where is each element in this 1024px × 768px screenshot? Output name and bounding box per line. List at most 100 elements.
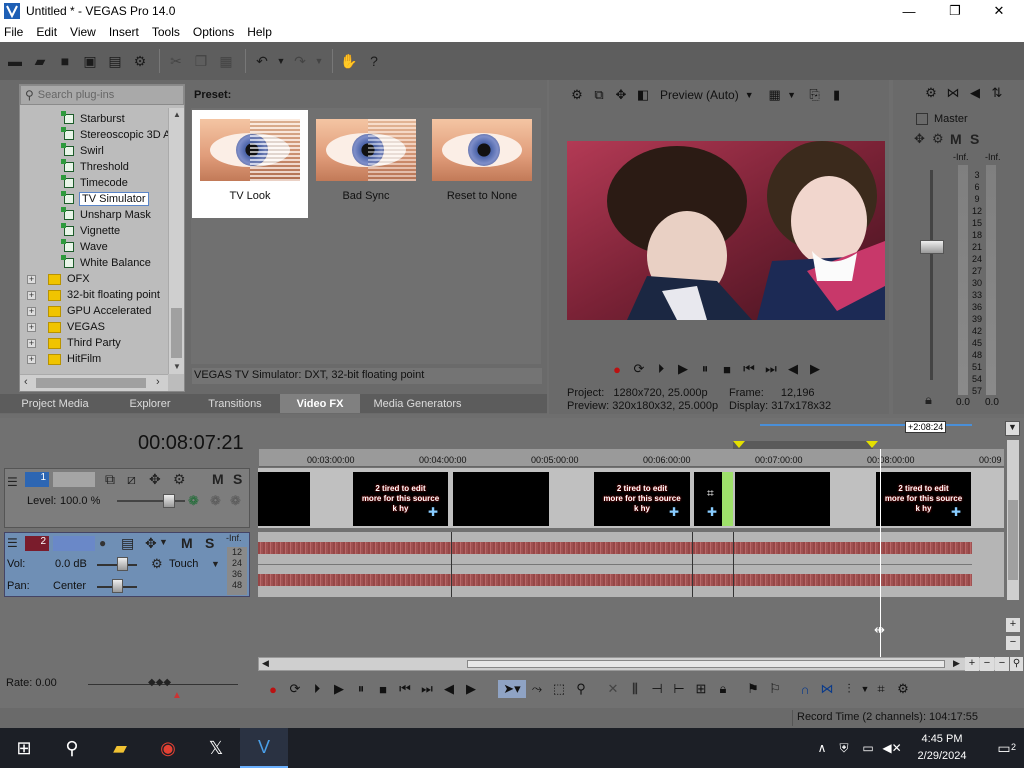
- invert-phase-icon[interactable]: ▤: [121, 535, 134, 552]
- copy-icon[interactable]: ❐: [190, 50, 212, 72]
- master-solo-button[interactable]: S: [970, 131, 988, 147]
- zoom-out-vertical-button[interactable]: −: [1006, 636, 1020, 650]
- chevron-down-icon[interactable]: ▼: [745, 90, 754, 100]
- play-from-start-icon[interactable]: ⏵: [650, 360, 672, 378]
- zoom-tool-icon[interactable]: ⚲: [1010, 657, 1023, 671]
- event-fx-icon[interactable]: ✚: [428, 505, 438, 519]
- track-motion-icon[interactable]: ⧄: [127, 471, 136, 488]
- vegas-taskbar-icon[interactable]: V: [240, 728, 288, 768]
- automation-gear-icon[interactable]: ⚙: [151, 556, 163, 572]
- maximize-button[interactable]: ❐: [932, 0, 978, 22]
- move-icon[interactable]: ✥: [145, 535, 157, 552]
- record-icon[interactable]: ●: [606, 360, 628, 378]
- tree-folder-vegas[interactable]: + VEGAS: [27, 319, 105, 335]
- split-screen-icon[interactable]: ✥: [610, 86, 632, 104]
- expand-icon[interactable]: +: [27, 306, 36, 316]
- new-file-icon[interactable]: ▬: [4, 50, 26, 72]
- tree-item-unsharp-mask[interactable]: Unsharp Mask: [61, 207, 151, 223]
- pause-icon[interactable]: ⏸: [694, 360, 716, 378]
- notifications-icon[interactable]: ▭ 2: [984, 728, 1024, 768]
- zoom-edit-tool-icon[interactable]: ⚲: [570, 680, 592, 698]
- chrome-icon[interactable]: ◉: [144, 728, 192, 768]
- scroll-left-icon[interactable]: ‹: [24, 376, 28, 388]
- zoom-in-vertical-button[interactable]: +: [1006, 618, 1020, 632]
- go-to-end-icon[interactable]: ⏭: [416, 680, 438, 698]
- parent-composite-icon[interactable]: ❁: [188, 493, 199, 509]
- collapse-track-icon[interactable]: ☰: [7, 536, 18, 550]
- compositing-mode-icon[interactable]: ⧉: [105, 471, 115, 488]
- go-to-end-icon[interactable]: ⏭: [760, 360, 782, 378]
- fx-gear-icon[interactable]: ⚙: [932, 131, 950, 147]
- play-from-start-icon[interactable]: ⏵: [306, 680, 328, 698]
- speaker-icon[interactable]: ◀: [964, 84, 986, 102]
- event-fx-icon[interactable]: ✚: [669, 505, 679, 519]
- scroll-thumb[interactable]: [1008, 500, 1018, 580]
- event-fx-icon[interactable]: ⚙: [892, 680, 914, 698]
- preview-quality-dropdown[interactable]: Preview (Auto): [660, 88, 739, 102]
- scroll-up-icon[interactable]: ▲: [170, 108, 184, 122]
- copy-snapshot-icon[interactable]: ⎘: [804, 86, 826, 104]
- tree-item-swirl[interactable]: Swirl: [61, 143, 104, 159]
- preset-reset-to-none[interactable]: Reset to None: [424, 110, 540, 218]
- trim-start-icon[interactable]: ⊣: [646, 680, 668, 698]
- video-clip[interactable]: [735, 472, 830, 526]
- loop-start-marker[interactable]: [733, 441, 745, 448]
- chevron-down-icon[interactable]: ▼: [860, 680, 870, 698]
- zoom-out-horizontal-button[interactable]: −: [980, 657, 994, 671]
- insert-marker-icon[interactable]: ⚑: [742, 680, 764, 698]
- tree-folder-third-party[interactable]: + Third Party: [27, 335, 121, 351]
- level-slider-thumb[interactable]: [163, 494, 175, 508]
- track-solo-button[interactable]: S: [233, 471, 242, 487]
- cut-icon[interactable]: ✂: [165, 50, 187, 72]
- chevron-down-icon[interactable]: ▼: [786, 86, 798, 104]
- menu-options[interactable]: Options: [193, 25, 234, 39]
- expand-icon[interactable]: +: [27, 290, 36, 300]
- record-icon[interactable]: ●: [262, 680, 284, 698]
- expand-icon[interactable]: +: [27, 354, 36, 364]
- network-icon[interactable]: ▭: [856, 728, 880, 768]
- scroll-right-icon[interactable]: ›: [156, 376, 160, 388]
- audio-solo-button[interactable]: S: [205, 535, 214, 551]
- properties-gear-icon[interactable]: ⚙: [129, 50, 151, 72]
- pan-slider-thumb[interactable]: [112, 579, 123, 593]
- next-frame-icon[interactable]: ▶: [460, 680, 482, 698]
- tree-item-vignette[interactable]: Vignette: [61, 223, 120, 239]
- tab-media-generators[interactable]: Media Generators: [360, 394, 475, 413]
- markers-icon[interactable]: ▼: [1005, 421, 1020, 436]
- previous-frame-icon[interactable]: ◀: [782, 360, 804, 378]
- preset-bad-sync[interactable]: Bad Sync: [308, 110, 424, 218]
- track-mute-button[interactable]: M: [212, 471, 224, 487]
- preview-properties-gear-icon[interactable]: ⚙: [566, 86, 588, 104]
- go-to-start-icon[interactable]: ⏮: [738, 360, 760, 378]
- play-icon[interactable]: ▶: [328, 680, 350, 698]
- save-icon[interactable]: ■: [54, 50, 76, 72]
- video-clip[interactable]: [453, 472, 549, 526]
- snapping-icon[interactable]: ∩: [794, 680, 816, 698]
- redo-dropdown-icon[interactable]: ▼: [314, 50, 324, 72]
- tree-folder-gpu[interactable]: + GPU Accelerated: [27, 303, 151, 319]
- event-pan-crop-icon[interactable]: ⌗: [870, 680, 892, 698]
- minimize-timeline-button[interactable]: −: [995, 657, 1009, 671]
- normal-edit-tool-icon[interactable]: ➤▾: [498, 680, 526, 698]
- go-to-start-icon[interactable]: ⏮: [394, 680, 416, 698]
- trim-icon[interactable]: ⫼: [624, 680, 646, 698]
- collapse-track-icon[interactable]: ☰: [7, 475, 18, 489]
- master-properties-gear-icon[interactable]: ⚙: [920, 84, 942, 102]
- chevron-down-icon[interactable]: ▼: [159, 537, 168, 547]
- tree-folder-32bit[interactable]: +32-bit floating point: [27, 287, 160, 303]
- menu-file[interactable]: File: [4, 25, 23, 39]
- tree-vertical-scrollbar[interactable]: ▲ ▼: [168, 108, 184, 374]
- tab-explorer[interactable]: Explorer: [110, 394, 190, 413]
- video-clip[interactable]: [258, 472, 310, 526]
- move-icon[interactable]: ✥: [914, 131, 932, 147]
- redo-icon[interactable]: ↷: [289, 50, 311, 72]
- rate-slider-thumb[interactable]: ◆◆◆: [148, 677, 171, 688]
- scroll-right-icon[interactable]: ▶: [953, 658, 960, 669]
- paste-icon[interactable]: ▦: [215, 50, 237, 72]
- tree-folder-ofx[interactable]: + OFX: [27, 271, 90, 287]
- make-compositing-icon[interactable]: ❁: [230, 493, 241, 509]
- menu-view[interactable]: View: [70, 25, 96, 39]
- audio-mute-button[interactable]: M: [181, 535, 193, 551]
- volume-muted-icon[interactable]: ◀✕: [880, 728, 904, 768]
- menu-tools[interactable]: Tools: [152, 25, 180, 39]
